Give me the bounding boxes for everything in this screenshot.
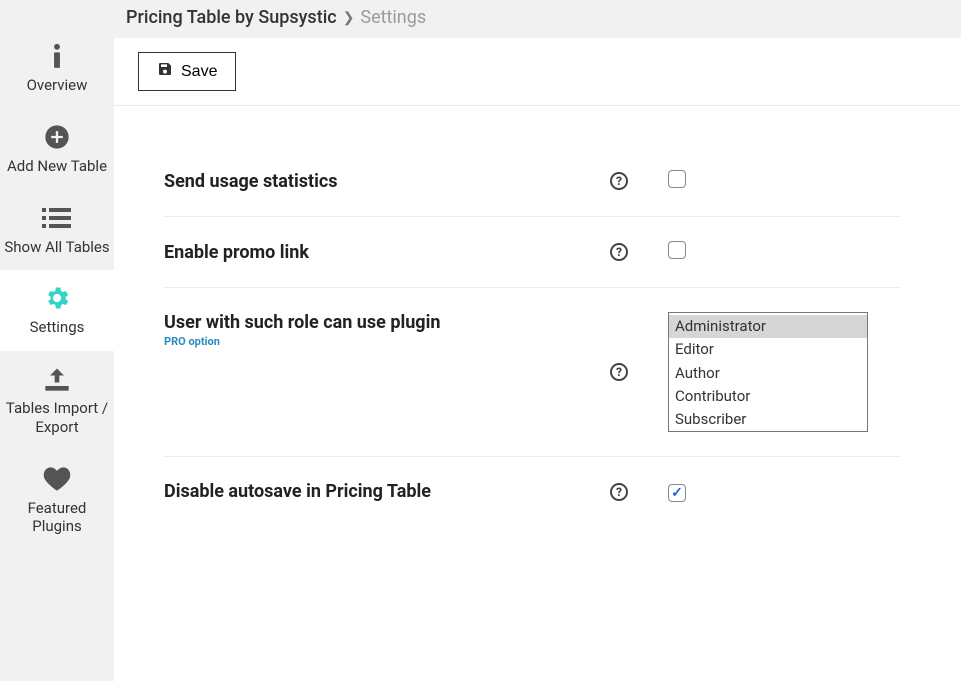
multiselect-option[interactable]: Subscriber <box>669 408 867 431</box>
chevron-right-icon: ❯ <box>343 10 355 26</box>
setting-row-disable-autosave: Disable autosave in Pricing Table ? <box>164 457 901 526</box>
gear-icon <box>43 282 71 314</box>
disable-autosave-checkbox[interactable] <box>668 484 686 502</box>
save-icon <box>157 61 173 82</box>
sidebar-item-overview[interactable]: Overview <box>0 28 114 109</box>
sidebar-item-label: Featured Plugins <box>4 499 110 537</box>
save-button-label: Save <box>181 63 217 81</box>
upload-icon <box>43 363 71 395</box>
enable-promo-checkbox[interactable] <box>668 241 686 259</box>
setting-label: Enable promo link <box>164 242 584 263</box>
setting-label: User with such role can use plugin <box>164 312 584 333</box>
help-icon[interactable]: ? <box>610 483 628 501</box>
sidebar-item-show-all-tables[interactable]: Show All Tables <box>0 190 114 271</box>
sidebar-item-featured-plugins[interactable]: Featured Plugins <box>0 451 114 551</box>
breadcrumb: Pricing Table by Supsystic ❯ Settings <box>114 1 961 38</box>
multiselect-option[interactable]: Contributor <box>669 385 867 408</box>
help-icon[interactable]: ? <box>610 363 628 381</box>
setting-row-enable-promo: Enable promo link ? <box>164 217 901 288</box>
setting-label: Send usage statistics <box>164 171 584 192</box>
sidebar-item-label: Tables Import / Export <box>4 399 110 437</box>
setting-row-send-usage: Send usage statistics ? <box>164 146 901 217</box>
help-icon[interactable]: ? <box>610 172 628 190</box>
multiselect-option[interactable]: Editor <box>669 338 867 361</box>
info-icon <box>46 40 68 72</box>
send-usage-checkbox[interactable] <box>668 170 686 188</box>
setting-row-user-role: User with such role can use plugin PRO o… <box>164 288 901 457</box>
main-panel: Pricing Table by Supsystic ❯ Settings Sa… <box>114 0 961 681</box>
breadcrumb-current: Settings <box>360 7 426 28</box>
sidebar-item-settings[interactable]: Settings <box>0 270 114 351</box>
sidebar-item-add-new-table[interactable]: Add New Table <box>0 109 114 190</box>
heart-icon <box>43 463 71 495</box>
sidebar: Overview Add New Table Show All Tables S… <box>0 0 114 681</box>
user-role-multiselect[interactable]: AdministratorEditorAuthorContributorSubs… <box>668 312 868 432</box>
sidebar-item-label: Overview <box>27 76 88 95</box>
pro-badge: PRO option <box>164 335 584 348</box>
setting-label: Disable autosave in Pricing Table <box>164 481 584 502</box>
sidebar-item-label: Add New Table <box>7 157 107 176</box>
help-icon[interactable]: ? <box>610 243 628 261</box>
sidebar-item-tables-import-export[interactable]: Tables Import / Export <box>0 351 114 451</box>
sidebar-item-label: Settings <box>30 318 85 337</box>
multiselect-option[interactable]: Administrator <box>669 315 867 338</box>
list-icon <box>42 202 72 234</box>
plus-circle-icon <box>43 121 71 153</box>
toolbar: Save <box>114 38 961 106</box>
sidebar-item-label: Show All Tables <box>4 238 109 257</box>
breadcrumb-root[interactable]: Pricing Table by Supsystic <box>126 7 337 28</box>
multiselect-option[interactable]: Author <box>669 362 867 385</box>
settings-form: Send usage statistics ? Enable promo lin… <box>114 106 961 566</box>
save-button[interactable]: Save <box>138 52 236 91</box>
